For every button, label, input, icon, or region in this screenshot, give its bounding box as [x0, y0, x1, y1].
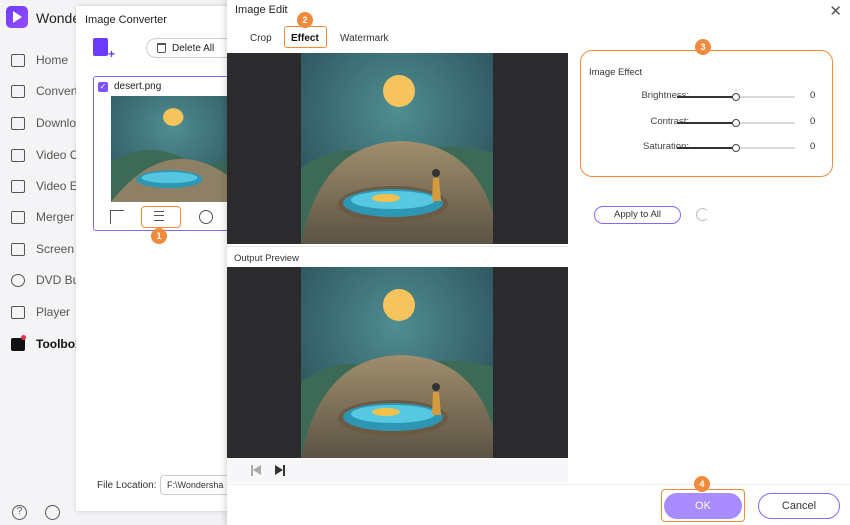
tab-crop[interactable]: Crop [250, 33, 272, 44]
sidebar-item-label: Downlo [36, 116, 77, 130]
notifications-icon[interactable] [45, 505, 60, 520]
contrast-slider[interactable] [677, 119, 795, 127]
original-preview [227, 53, 568, 244]
output-image [301, 267, 493, 458]
apply-to-all-button[interactable]: Apply to All [594, 206, 681, 224]
step-badge-2: 2 [297, 12, 313, 28]
brightness-knob[interactable] [732, 93, 740, 101]
scissors-icon [11, 179, 25, 193]
player-icon [11, 305, 25, 319]
brightness-value: 0 [810, 90, 816, 101]
tab-effect[interactable]: Effect [291, 33, 319, 44]
image-edit-dialog: Image Edit ✕ Crop Effect Watermark 2 Out… [227, 0, 850, 525]
help-icon[interactable]: ? [12, 505, 27, 520]
saturation-row: Saturation: 0 [580, 141, 833, 155]
sidebar-item-home[interactable]: Home [0, 48, 80, 72]
contrast-value: 0 [810, 116, 816, 127]
file-card[interactable]: ✓ desert.png [93, 76, 233, 231]
saturation-value: 0 [810, 141, 816, 152]
reset-icon[interactable] [696, 208, 709, 221]
sidebar-item-downloader[interactable]: Downlo [0, 111, 80, 135]
sidebar-item-label: Toolbox [36, 337, 82, 351]
converter-title: Image Converter [85, 14, 167, 26]
image-converter-panel: Image Converter Delete All ✓ desert.png [76, 6, 233, 511]
sidebar-item-merger[interactable]: Merger [0, 205, 80, 229]
file-location-label: File Location: [97, 480, 157, 491]
preview-image [301, 53, 493, 244]
sidebar-item-label: Merger [36, 210, 75, 224]
sidebar-item-video-compressor[interactable]: Video Co [0, 143, 85, 167]
contrast-fill [677, 122, 736, 124]
file-checkbox[interactable]: ✓ [98, 82, 108, 92]
crop-tool-icon[interactable] [110, 210, 124, 224]
contrast-knob[interactable] [732, 119, 740, 127]
screen-record-icon [11, 242, 25, 256]
sidebar-item-player[interactable]: Player [0, 300, 80, 324]
image-effect-title: Image Effect [589, 67, 643, 78]
step-badge-3: 3 [695, 39, 711, 55]
output-preview [227, 267, 568, 458]
download-icon [11, 116, 25, 130]
sidebar-item-label: Home [36, 53, 69, 67]
merger-icon [11, 210, 25, 224]
tab-watermark[interactable]: Watermark [340, 33, 389, 44]
sidebar-item-screen-recorder[interactable]: Screen R [0, 237, 86, 261]
delete-all-button[interactable]: Delete All [146, 38, 228, 58]
app-logo [6, 6, 28, 28]
brightness-row: Brightness: 0 [580, 90, 833, 104]
brightness-fill [677, 96, 736, 98]
sidebar-item-converter[interactable]: Converte [0, 79, 85, 103]
trash-icon [157, 43, 166, 53]
file-location-input[interactable]: F:\Wondersha [160, 475, 228, 495]
cancel-button[interactable]: Cancel [758, 493, 840, 519]
preview-divider [227, 246, 568, 247]
saturation-fill [677, 147, 736, 149]
video-compress-icon [11, 148, 25, 162]
contrast-row: Contrast: 0 [580, 116, 833, 130]
dvd-icon [11, 273, 25, 287]
sidebar-item-video-editor[interactable]: Video Ec [0, 174, 84, 198]
file-name: desert.png [114, 81, 162, 92]
effect-tool-icon[interactable] [154, 211, 164, 221]
dialog-title: Image Edit [235, 4, 288, 16]
sidebar-item-toolbox[interactable]: Toolbox [0, 332, 82, 356]
close-icon[interactable]: ✕ [829, 2, 842, 20]
file-thumbnail [111, 96, 232, 202]
output-preview-label: Output Preview [234, 253, 299, 264]
watermark-tool-icon[interactable] [199, 210, 213, 224]
step-badge-4: 4 [694, 476, 710, 492]
dialog-footer [227, 484, 850, 525]
brightness-slider[interactable] [677, 93, 795, 101]
app-sidebar: Wonder Home Converte Downlo Video Co Vid… [0, 0, 86, 525]
add-file-icon[interactable] [93, 38, 115, 61]
step-badge-1: 1 [151, 228, 167, 244]
player-controls [227, 459, 568, 483]
sidebar-item-dvd-burner[interactable]: DVD Bur [0, 268, 83, 292]
ok-button[interactable]: OK [664, 493, 742, 519]
converter-icon [11, 84, 25, 98]
next-icon[interactable] [275, 465, 285, 476]
delete-all-label: Delete All [172, 42, 215, 54]
notification-dot [21, 335, 26, 340]
previous-icon[interactable] [251, 465, 261, 476]
sidebar-item-label: Player [36, 305, 71, 319]
saturation-slider[interactable] [677, 144, 795, 152]
home-icon [11, 53, 25, 67]
saturation-knob[interactable] [732, 144, 740, 152]
